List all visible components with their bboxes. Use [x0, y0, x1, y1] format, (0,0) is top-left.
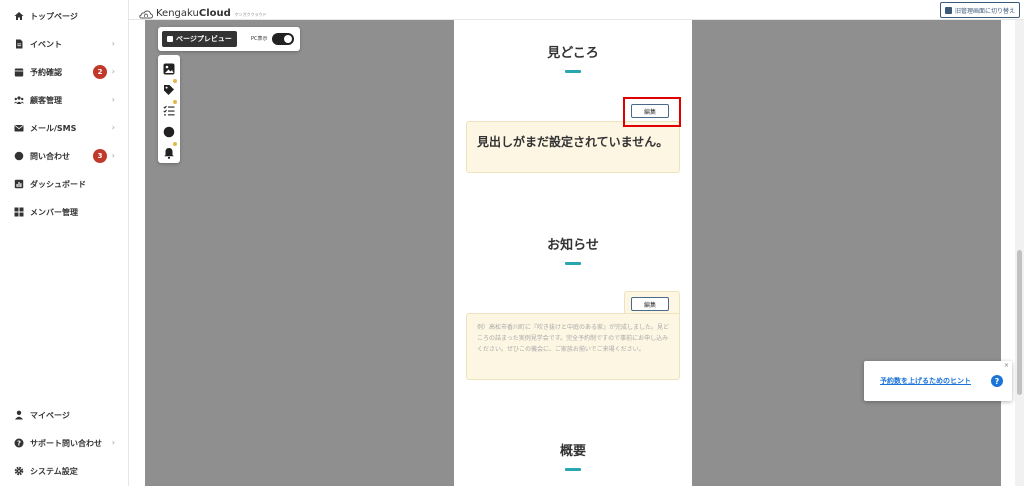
news-card: 例）高松市香川町に『吹き抜けと中庭のある家』が完成しました。見どころの詰まった実… [466, 313, 680, 380]
switch-old-admin-button[interactable]: 旧管理画面に切り替え [939, 2, 1020, 18]
highlights-card: 見出しがまだ設定されていません。 [466, 121, 680, 173]
page-preview: 見どころ 編集 見出しがまだ設定されていません。 お知らせ 例）高松市香川町に『… [454, 20, 692, 486]
bell-icon[interactable] [163, 142, 177, 159]
chat-icon [14, 151, 24, 161]
sidebar-item-label: 顧客管理 [30, 95, 62, 105]
logo-subtitle: ケンガククラウド [234, 11, 267, 17]
logo-text-light: Kengaku [156, 8, 199, 19]
section-title-underline [565, 70, 581, 73]
pc-view-toggle[interactable] [272, 33, 294, 45]
chart-icon [14, 179, 24, 189]
section-title-underline [565, 262, 581, 265]
help-icon[interactable]: ? [991, 375, 1003, 387]
section-title-news: お知らせ [547, 238, 599, 253]
section-title-overview: 概要 [559, 444, 586, 459]
scrollbar-thumb[interactable] [1017, 250, 1022, 395]
close-icon[interactable]: × [1004, 362, 1009, 369]
sidebar-item-support[interactable]: ? サポート問い合わせ › [0, 433, 129, 453]
checklist-icon[interactable] [163, 100, 177, 116]
sidebar-item-label: イベント [30, 39, 62, 49]
news-edit-button[interactable]: 編集 [631, 297, 669, 311]
image-icon[interactable] [163, 60, 175, 75]
pc-view-label: PC表示 [251, 36, 268, 42]
chevron-right-icon: › [111, 123, 115, 132]
chevron-right-icon: › [111, 95, 115, 104]
tag-icon[interactable] [163, 79, 177, 95]
preview-toolbar: ページプレビュー PC表示 [158, 27, 300, 51]
sidebar-item-mail-sms[interactable]: メール/SMS › [0, 118, 129, 138]
status-dot [173, 100, 177, 104]
users-icon [14, 95, 24, 105]
sidebar-item-top-page[interactable]: トップページ [0, 6, 129, 26]
mail-icon [14, 123, 24, 133]
sidebar-item-members[interactable]: メンバー管理 [0, 202, 129, 222]
person-icon [14, 410, 24, 420]
sidebar-item-label: システム設定 [30, 466, 78, 476]
reservation-tips-link[interactable]: 予約数を上げるためのヒント [880, 376, 971, 386]
chat-bubble-icon[interactable] [163, 123, 175, 138]
sidebar-item-label: サポート問い合わせ [30, 438, 102, 448]
status-dot [173, 142, 177, 146]
toggle-knob [284, 35, 292, 43]
sidebar-item-label: マイページ [30, 410, 70, 420]
sidebar-item-dashboard[interactable]: ダッシュボード [0, 174, 129, 194]
sidebar: トップページ イベント › 予約確認 2 › 顧客管理 › メール/SMS › … [0, 0, 129, 486]
logo-text: KengakuCloud [156, 8, 231, 19]
page-preview-label: ページプレビュー [176, 35, 232, 43]
sidebar-item-label: トップページ [30, 11, 78, 21]
top-header: KengakuCloud ケンガククラウド 旧管理画面に切り替え [129, 0, 1024, 20]
document-icon [14, 39, 24, 49]
page-preview-button[interactable]: ページプレビュー [162, 31, 237, 47]
news-placeholder-text: 例）高松市香川町に『吹き抜けと中庭のある家』が完成しました。見どころの詰まった実… [477, 324, 670, 353]
sidebar-item-reservation[interactable]: 予約確認 2 › [0, 62, 129, 82]
sidebar-item-event[interactable]: イベント › [0, 34, 129, 54]
sidebar-item-label: 予約確認 [30, 67, 62, 77]
grid-icon [14, 207, 24, 217]
section-title-highlights: 見どころ [547, 46, 599, 61]
sidebar-item-my-page[interactable]: マイページ [0, 405, 129, 425]
hint-popup: 予約数を上げるためのヒント ? × [864, 361, 1012, 401]
chevron-right-icon: › [111, 39, 115, 48]
home-icon [14, 11, 24, 21]
help-icon: ? [14, 438, 24, 448]
calendar-icon [14, 67, 24, 77]
section-tools-panel [158, 55, 180, 163]
notification-badge: 3 [93, 149, 107, 163]
logo-text-bold: Cloud [198, 8, 231, 19]
preview-icon [167, 36, 173, 42]
status-dot [173, 79, 177, 83]
chevron-right-icon: › [111, 67, 115, 76]
sidebar-item-label: 問い合わせ [30, 151, 70, 161]
sidebar-item-system-settings[interactable]: システム設定 [0, 461, 129, 481]
sidebar-item-label: ダッシュボード [30, 179, 86, 189]
highlight-annotation-box [623, 97, 681, 127]
highlights-heading: 見出しがまだ設定されていません。 [477, 135, 669, 149]
notification-badge: 2 [93, 65, 107, 79]
sidebar-item-label: メンバー管理 [30, 207, 78, 217]
svg-text:?: ? [17, 439, 21, 447]
switch-old-admin-label: 旧管理画面に切り替え [954, 7, 1015, 15]
sidebar-item-label: メール/SMS [30, 123, 77, 133]
window-icon [944, 6, 952, 14]
chevron-right-icon: › [111, 438, 115, 447]
chevron-right-icon: › [111, 151, 115, 160]
section-title-underline [565, 468, 581, 471]
sidebar-item-customers[interactable]: 顧客管理 › [0, 90, 129, 110]
gear-icon [14, 466, 24, 476]
sidebar-item-inquiries[interactable]: 問い合わせ 3 › [0, 146, 129, 166]
